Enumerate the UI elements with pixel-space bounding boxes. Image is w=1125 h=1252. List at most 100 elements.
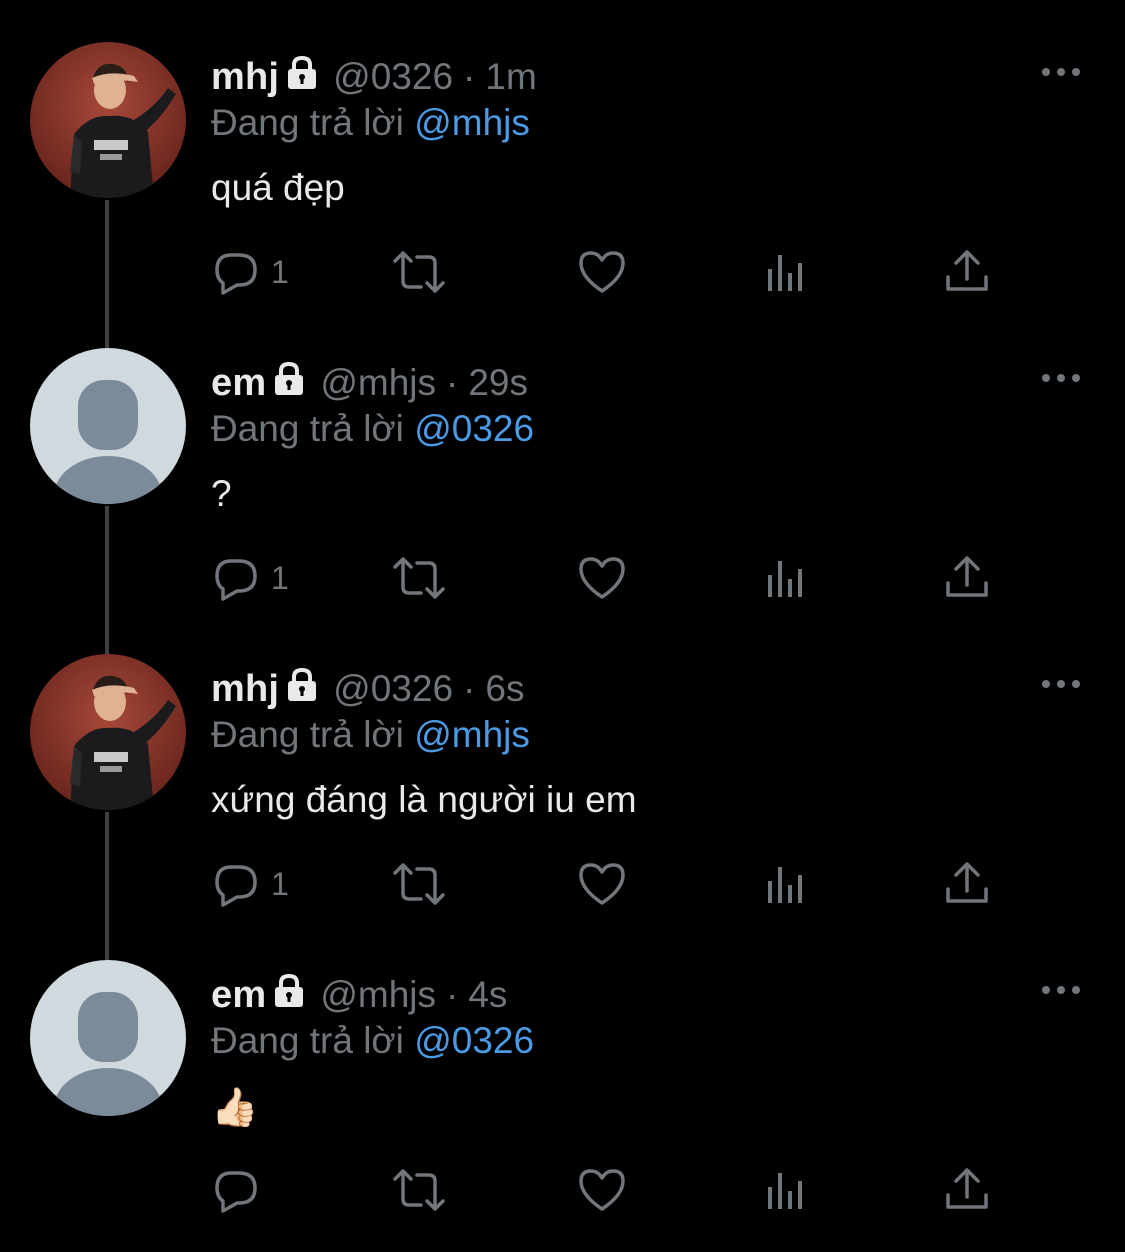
tweet-actions bbox=[211, 1160, 1011, 1220]
views-icon bbox=[768, 1173, 802, 1209]
replying-to: Đang trả lời @mhjs bbox=[211, 102, 530, 144]
reply-button[interactable]: 1 bbox=[211, 854, 289, 914]
separator-dot: · bbox=[463, 668, 476, 709]
tweet-actions: 1 bbox=[211, 854, 1011, 914]
share-icon bbox=[946, 1168, 988, 1209]
replying-to-label: Đang trả lời bbox=[211, 714, 404, 755]
tweet-text: xứng đáng là người iu em bbox=[211, 779, 637, 820]
like-button[interactable] bbox=[577, 1160, 627, 1220]
share-icon bbox=[946, 862, 988, 903]
display-name[interactable]: em bbox=[211, 974, 266, 1017]
share-button[interactable] bbox=[944, 854, 990, 914]
reply-button[interactable]: 1 bbox=[211, 242, 289, 302]
timestamp[interactable]: 1m bbox=[485, 56, 536, 98]
like-icon bbox=[579, 557, 625, 599]
username-handle[interactable]: @mhjs bbox=[320, 362, 436, 404]
more-options-icon[interactable] bbox=[1040, 676, 1082, 692]
retweet-button[interactable] bbox=[391, 242, 447, 302]
default-avatar bbox=[30, 960, 186, 1116]
tweet-header: em @mhjs · 29s bbox=[211, 358, 528, 408]
reply-icon bbox=[215, 559, 257, 601]
replying-to-label: Đang trả lời bbox=[211, 1020, 404, 1061]
retweet-icon bbox=[393, 251, 445, 293]
views-button[interactable] bbox=[764, 854, 808, 914]
share-button[interactable] bbox=[944, 1160, 990, 1220]
replying-to-label: Đang trả lời bbox=[211, 408, 404, 449]
tweet[interactable]: em @mhjs · 4s Đang trả lời @0326 👍🏻 bbox=[0, 812, 1125, 1252]
share-icon bbox=[946, 556, 988, 597]
default-avatar bbox=[30, 348, 186, 504]
views-button[interactable] bbox=[764, 242, 808, 302]
retweet-button[interactable] bbox=[391, 1160, 447, 1220]
tweet-header: mhj @0326 · 1m bbox=[211, 52, 537, 102]
photo-avatar bbox=[30, 654, 186, 810]
tweet-actions: 1 bbox=[211, 242, 1011, 302]
tweet-text: quá đẹp bbox=[211, 167, 345, 208]
tweet-actions: 1 bbox=[211, 548, 1011, 608]
reply-count: 1 bbox=[271, 559, 289, 596]
separator-dot: · bbox=[463, 56, 476, 97]
tweet-header: mhj @0326 · 6s bbox=[211, 664, 524, 714]
tweet[interactable]: mhj @0326 · 1m Đang trả lời @mhjs quá đẹ… bbox=[0, 42, 1125, 348]
reply-thread: mhj @0326 · 1m Đang trả lời @mhjs quá đẹ… bbox=[0, 0, 1125, 1252]
more-options-icon[interactable] bbox=[1040, 370, 1082, 386]
display-name[interactable]: mhj bbox=[211, 668, 279, 711]
thread-connector-line bbox=[105, 200, 109, 350]
like-icon bbox=[579, 1169, 625, 1211]
username-handle[interactable]: @mhjs bbox=[320, 974, 436, 1016]
views-button[interactable] bbox=[764, 548, 808, 608]
reply-icon bbox=[215, 1171, 257, 1213]
retweet-button[interactable] bbox=[391, 854, 447, 914]
like-button[interactable] bbox=[577, 548, 627, 608]
replying-to-label: Đang trả lời bbox=[211, 102, 404, 143]
retweet-icon bbox=[393, 1169, 445, 1211]
avatar[interactable] bbox=[30, 960, 186, 1116]
tweet[interactable]: mhj @0326 · 6s Đang trả lời @mhjs xứng đ… bbox=[0, 506, 1125, 960]
replying-to-mention[interactable]: @mhjs bbox=[414, 102, 530, 143]
share-icon bbox=[946, 250, 988, 291]
like-icon bbox=[579, 863, 625, 905]
timestamp[interactable]: 29s bbox=[468, 362, 528, 404]
tweet-header: em @mhjs · 4s bbox=[211, 970, 507, 1020]
share-button[interactable] bbox=[944, 242, 990, 302]
thread-connector-line bbox=[105, 506, 109, 656]
replying-to: Đang trả lời @0326 bbox=[211, 1020, 534, 1062]
tweet[interactable]: em @mhjs · 29s Đang trả lời @0326 ? 1 bbox=[0, 200, 1125, 654]
separator-dot: · bbox=[446, 362, 459, 403]
thread-connector-line bbox=[105, 812, 109, 962]
avatar[interactable] bbox=[30, 42, 186, 198]
views-icon bbox=[768, 561, 802, 597]
reply-count: 1 bbox=[271, 865, 289, 902]
username-handle[interactable]: @0326 bbox=[333, 56, 453, 98]
tweet-text: ? bbox=[211, 473, 232, 514]
timestamp[interactable]: 4s bbox=[468, 974, 507, 1016]
views-icon bbox=[768, 255, 802, 291]
more-options-icon[interactable] bbox=[1040, 982, 1082, 998]
like-button[interactable] bbox=[577, 854, 627, 914]
views-button[interactable] bbox=[764, 1160, 808, 1220]
replying-to: Đang trả lời @0326 bbox=[211, 408, 534, 450]
avatar[interactable] bbox=[30, 348, 186, 504]
separator-dot: · bbox=[446, 974, 459, 1015]
replying-to-mention[interactable]: @0326 bbox=[414, 408, 534, 449]
share-button[interactable] bbox=[944, 548, 990, 608]
replying-to-mention[interactable]: @mhjs bbox=[414, 714, 530, 755]
username-handle[interactable]: @0326 bbox=[333, 668, 453, 710]
tweet-text: 👍🏻 bbox=[211, 1085, 259, 1129]
display-name[interactable]: em bbox=[211, 362, 266, 405]
retweet-icon bbox=[393, 557, 445, 599]
retweet-button[interactable] bbox=[391, 548, 447, 608]
timestamp[interactable]: 6s bbox=[485, 668, 524, 710]
reply-count: 1 bbox=[271, 253, 289, 290]
more-options-icon[interactable] bbox=[1040, 64, 1082, 80]
lock-icon bbox=[285, 55, 319, 96]
reply-button[interactable]: 1 bbox=[211, 548, 289, 608]
avatar[interactable] bbox=[30, 654, 186, 810]
display-name[interactable]: mhj bbox=[211, 56, 279, 99]
like-button[interactable] bbox=[577, 242, 627, 302]
replying-to-mention[interactable]: @0326 bbox=[414, 1020, 534, 1061]
lock-icon bbox=[272, 973, 306, 1014]
reply-icon bbox=[215, 253, 257, 295]
reply-button[interactable] bbox=[211, 1160, 271, 1220]
retweet-icon bbox=[393, 863, 445, 905]
